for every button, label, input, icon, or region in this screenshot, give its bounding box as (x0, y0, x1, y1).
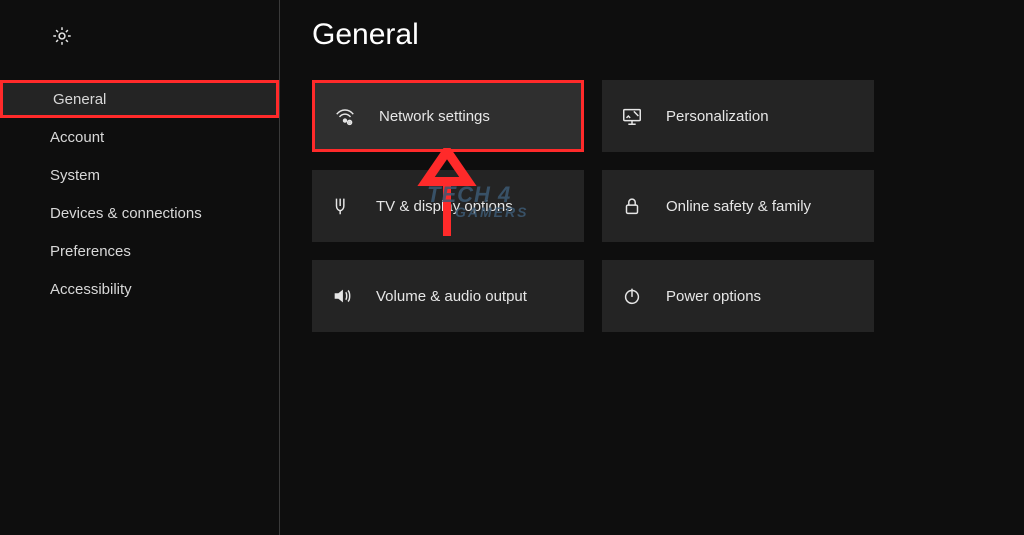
sidebar-item-label: Devices & connections (50, 205, 202, 222)
tile-grid: Network settings Personalization (312, 80, 992, 332)
sidebar-item-label: General (53, 91, 106, 108)
tile-volume-audio[interactable]: Volume & audio output (312, 260, 584, 332)
tile-label: Personalization (666, 108, 769, 125)
tile-label: Volume & audio output (376, 288, 527, 305)
personalization-icon (620, 104, 644, 128)
sidebar-item-label: Preferences (50, 243, 131, 260)
sidebar-item-preferences[interactable]: Preferences (0, 232, 279, 270)
sidebar-item-general[interactable]: General (0, 80, 279, 118)
sidebar-item-system[interactable]: System (0, 156, 279, 194)
sidebar-item-accessibility[interactable]: Accessibility (0, 270, 279, 308)
main-panel: General Network settings (280, 0, 1024, 535)
sidebar: General Account System Devices & connect… (0, 0, 280, 535)
tile-label: Network settings (379, 108, 490, 125)
settings-header (0, 16, 279, 56)
tile-personalization[interactable]: Personalization (602, 80, 874, 152)
volume-icon (330, 284, 354, 308)
power-icon (620, 284, 644, 308)
gear-icon (50, 24, 74, 48)
sidebar-item-account[interactable]: Account (0, 118, 279, 156)
tv-display-icon (330, 194, 354, 218)
page-title: General (312, 18, 992, 52)
tile-online-safety[interactable]: Online safety & family (602, 170, 874, 242)
network-icon (333, 104, 357, 128)
tile-label: Power options (666, 288, 761, 305)
sidebar-item-label: Accessibility (50, 281, 132, 298)
sidebar-item-label: Account (50, 129, 104, 146)
lock-icon (620, 194, 644, 218)
tile-tv-display[interactable]: TV & display options (312, 170, 584, 242)
sidebar-item-devices[interactable]: Devices & connections (0, 194, 279, 232)
tile-power-options[interactable]: Power options (602, 260, 874, 332)
tile-label: Online safety & family (666, 198, 811, 215)
tile-network-settings[interactable]: Network settings (312, 80, 584, 152)
tile-label: TV & display options (376, 198, 513, 215)
sidebar-item-label: System (50, 167, 100, 184)
